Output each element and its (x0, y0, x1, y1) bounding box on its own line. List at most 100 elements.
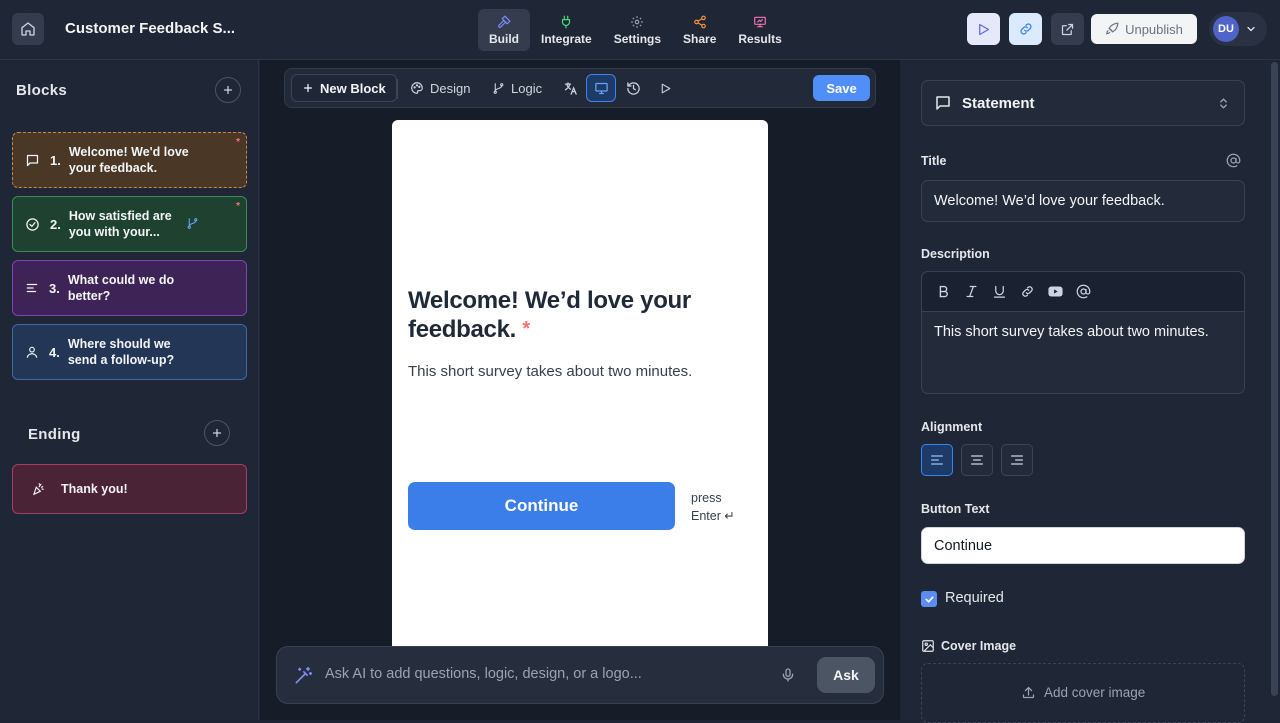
block-item-1[interactable]: 1. Welcome! We'd love your feedback. * (12, 132, 247, 188)
press-hint-line1: press (691, 491, 722, 505)
design-button[interactable]: Design (410, 74, 470, 102)
unpublish-button[interactable]: Unpublish (1091, 14, 1197, 44)
block-number: 1. (50, 152, 61, 168)
history-button[interactable] (618, 74, 648, 102)
tab-results-label: Results (738, 31, 782, 46)
play-preview-button[interactable] (650, 74, 680, 102)
desktop-view-button[interactable] (586, 74, 616, 102)
align-left-button[interactable] (921, 444, 953, 476)
ai-prompt-bar: Ask AI to add questions, logic, design, … (276, 646, 884, 704)
block-item-3[interactable]: 3. What could we do better? (12, 260, 247, 316)
button-text-label: Button Text (921, 502, 990, 516)
required-checkbox[interactable] (921, 591, 937, 607)
properties-scrollbar[interactable] (1268, 60, 1280, 720)
play-icon (979, 23, 990, 35)
add-block-button[interactable] (215, 77, 241, 103)
align-center-icon (971, 455, 983, 465)
add-cover-label: Add cover image (1044, 685, 1146, 700)
press-enter-hint: press Enter ↵ (691, 489, 735, 525)
hammer-icon (497, 15, 511, 30)
link-icon[interactable] (1018, 283, 1036, 301)
add-ending-button[interactable] (204, 420, 230, 446)
align-right-icon (1011, 455, 1023, 465)
external-link-icon (1061, 23, 1074, 35)
message-square-icon (26, 154, 39, 166)
scrollbar-thumb[interactable] (1271, 62, 1278, 696)
logic-branch-icon (187, 218, 198, 229)
ending-item[interactable]: Thank you! (12, 464, 247, 514)
align-right-button[interactable] (1001, 444, 1033, 476)
ending-heading: Ending (28, 426, 81, 443)
ai-prompt-input[interactable]: Ask AI to add questions, logic, design, … (325, 666, 642, 682)
block-type-select[interactable]: Statement (921, 80, 1245, 126)
play-icon (661, 83, 670, 93)
translate-button[interactable] (555, 74, 585, 102)
preview-continue-button[interactable]: Continue (408, 482, 675, 530)
tab-share[interactable]: Share (672, 9, 727, 51)
italic-icon[interactable] (962, 283, 980, 301)
home-icon (21, 22, 35, 36)
link-icon (1019, 23, 1032, 35)
new-block-button[interactable]: New Block (291, 74, 397, 102)
top-bar: Customer Feedback S... Build Integrate S… (0, 0, 1280, 60)
properties-panel: Statement Title Welcome! We’d love your … (901, 60, 1280, 723)
magic-wand-icon (295, 666, 313, 684)
description-editor[interactable]: This short survey takes about two minute… (921, 271, 1245, 394)
required-label[interactable]: Required (945, 590, 1004, 606)
logic-button[interactable]: Logic (492, 74, 542, 102)
save-button[interactable]: Save (813, 75, 870, 101)
button-text-input[interactable]: Continue (921, 527, 1245, 564)
block-text: Welcome! We'd love your feedback. (68, 145, 189, 175)
new-block-label: New Block (320, 80, 386, 96)
block-item-2[interactable]: 2. How satisfied are you with your... * (12, 196, 247, 252)
unpublish-label: Unpublish (1125, 21, 1183, 37)
tab-integrate-label: Integrate (541, 31, 592, 46)
block-number: 4. (49, 344, 60, 360)
title-input[interactable]: Welcome! We’d love your feedback. (921, 180, 1245, 222)
main-nav: Build Integrate Settings Share Results (478, 9, 793, 51)
at-sign-icon[interactable] (1226, 153, 1241, 168)
tab-build[interactable]: Build (478, 9, 530, 51)
ask-button[interactable]: Ask (817, 657, 875, 693)
tab-results[interactable]: Results (727, 9, 792, 51)
rich-text-toolbar (922, 272, 1244, 312)
align-center-button[interactable] (961, 444, 993, 476)
at-sign-icon[interactable] (1074, 283, 1092, 301)
cover-image-dropzone[interactable]: Add cover image (921, 663, 1245, 723)
tab-integrate[interactable]: Integrate (530, 9, 603, 51)
tab-build-label: Build (489, 31, 519, 46)
align-left-icon (931, 455, 943, 465)
ending-text: Thank you! (61, 482, 128, 496)
survey-title[interactable]: Customer Feedback S... (65, 20, 235, 37)
open-external-button[interactable] (1051, 13, 1084, 45)
youtube-icon[interactable] (1046, 283, 1064, 301)
preview-title-text: Welcome! We’d love your feedback. (408, 287, 691, 343)
tab-settings[interactable]: Settings (603, 9, 672, 51)
design-label: Design (430, 80, 471, 96)
bold-icon[interactable] (934, 283, 952, 301)
presentation-icon (753, 15, 767, 30)
preview-description: This short survey takes about two minute… (408, 363, 693, 380)
title-label: Title (921, 154, 947, 168)
description-label: Description (921, 247, 990, 261)
underline-icon[interactable] (990, 283, 1008, 301)
image-icon (922, 640, 934, 652)
plug-icon (559, 15, 573, 30)
cover-image-label: Cover Image (941, 639, 1017, 653)
required-marker: * (522, 318, 530, 340)
tab-share-label: Share (683, 31, 717, 46)
copy-link-button[interactable] (1009, 13, 1042, 45)
editor-toolbar: New Block Design Logic (284, 68, 876, 108)
home-button[interactable] (12, 13, 44, 45)
block-text: What could we do better? (67, 273, 175, 303)
user-menu[interactable]: DU (1209, 12, 1267, 46)
microphone-icon[interactable] (780, 667, 796, 683)
description-text: This short survey takes about two minute… (934, 324, 1209, 340)
block-item-4[interactable]: 4. Where should we send a follow-up? (12, 324, 247, 380)
plus-icon (223, 85, 233, 95)
preview-button[interactable] (967, 13, 1000, 45)
preview-title: Welcome! We’d love your feedback. * (408, 286, 708, 344)
text-lines-icon (26, 283, 38, 293)
plus-icon (212, 428, 222, 438)
block-text: Where should we send a follow-up? (67, 337, 175, 367)
